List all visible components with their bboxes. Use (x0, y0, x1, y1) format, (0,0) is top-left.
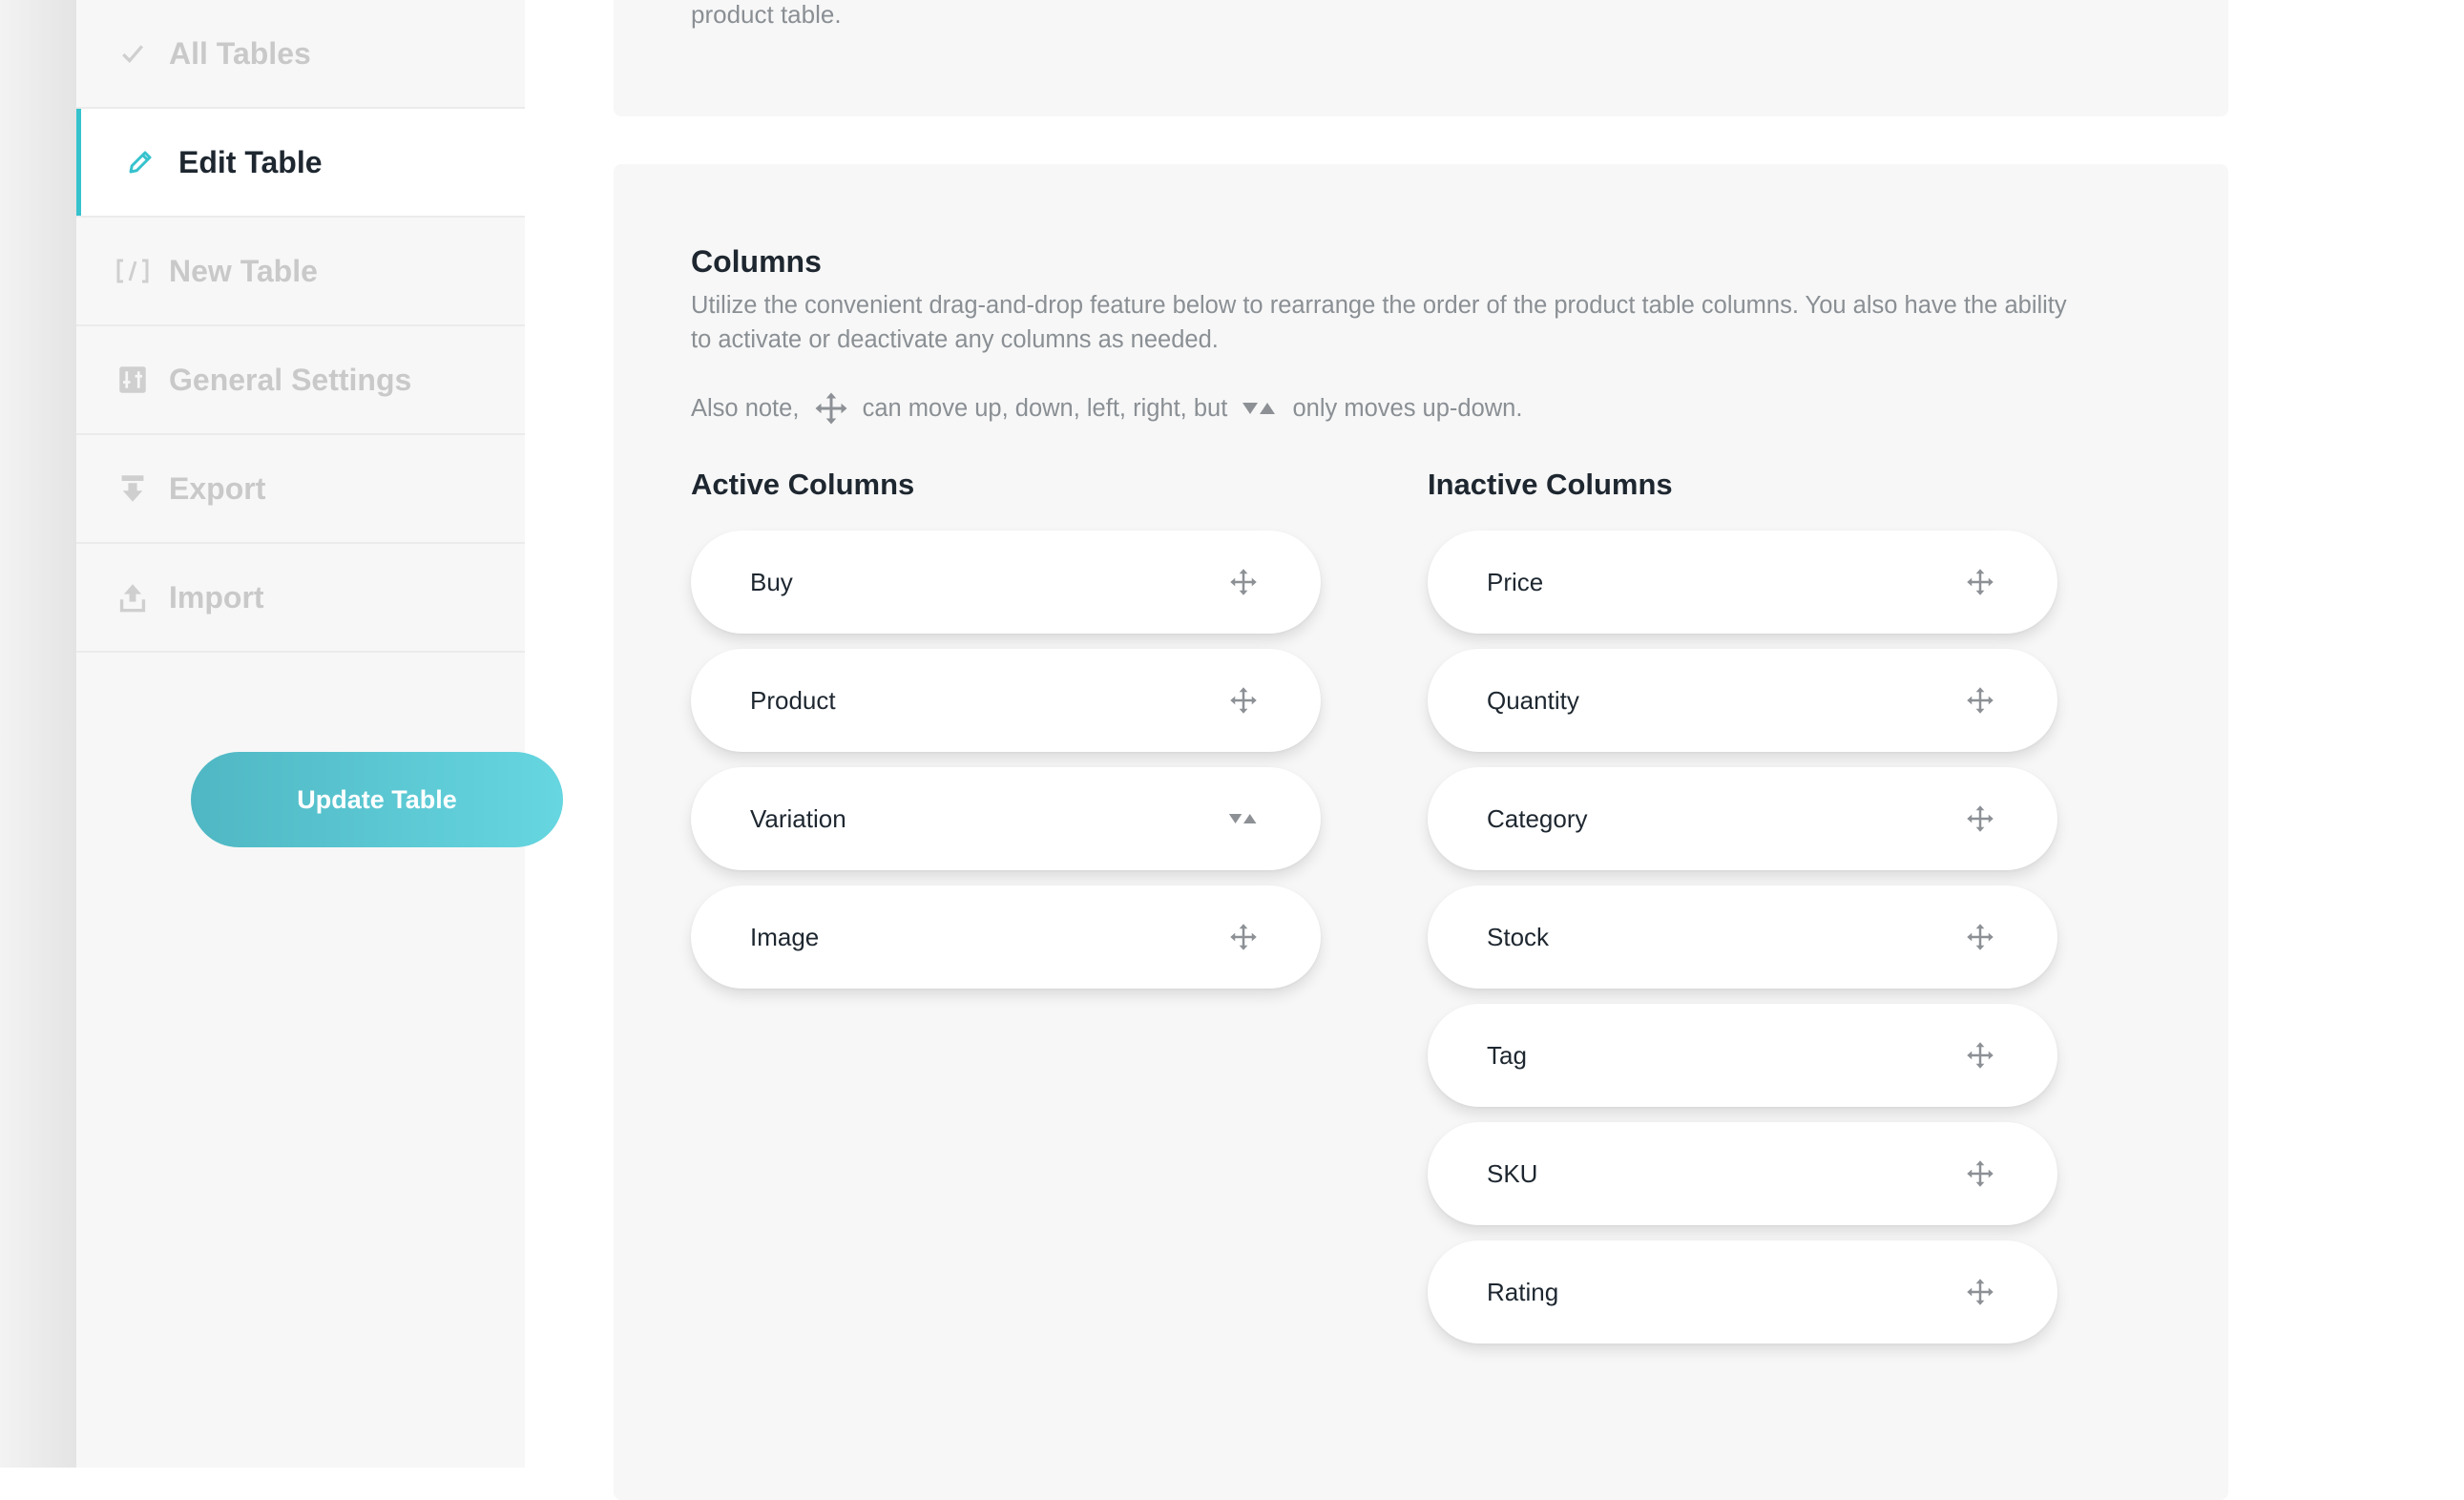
inactive-columns-heading: Inactive Columns (1428, 468, 1673, 501)
column-label: Buy (750, 568, 793, 596)
note-suffix: only moves up-down. (1285, 394, 1523, 422)
move-icon[interactable] (1965, 1277, 1995, 1307)
export-icon (115, 470, 151, 507)
columns-note: Also note, can move up, down, left, righ… (691, 391, 1522, 426)
sidebar-item-label: All Tables (169, 35, 311, 71)
check-icon (115, 35, 151, 72)
column-label: Stock (1487, 923, 1550, 951)
move-icon[interactable] (1965, 922, 1995, 952)
active-column-item[interactable]: Variation (691, 767, 1321, 870)
active-column-item[interactable]: Product (691, 649, 1321, 752)
update-table-button[interactable]: Update Table (191, 752, 563, 847)
move-icon[interactable] (1228, 567, 1259, 597)
previous-section-text: product table. (691, 0, 842, 29)
column-label: Rating (1487, 1278, 1559, 1306)
column-label: Product (750, 686, 836, 715)
sidebar-item-all-tables[interactable]: All Tables (76, 0, 525, 109)
move-icon[interactable] (1965, 803, 1995, 834)
sidebar: All Tables Edit Table New Table General … (76, 0, 563, 1468)
move-icon[interactable] (1965, 1040, 1995, 1071)
active-column-item[interactable]: Image (691, 885, 1321, 989)
move-icon[interactable] (1965, 1158, 1995, 1189)
previous-settings-card: product table. (614, 0, 2228, 116)
move-icon[interactable] (1965, 685, 1995, 716)
sidebar-item-import[interactable]: Import (76, 544, 525, 653)
active-column-item[interactable]: Buy (691, 531, 1321, 634)
pencil-icon (122, 144, 158, 180)
inactive-column-item[interactable]: Tag (1428, 1004, 2057, 1107)
column-label: Quantity (1487, 686, 1579, 715)
inactive-column-item[interactable]: Stock (1428, 885, 2057, 989)
import-icon (115, 579, 151, 615)
column-label: Price (1487, 568, 1544, 596)
column-label: Category (1487, 804, 1588, 833)
inactive-column-item[interactable]: Quantity (1428, 649, 2057, 752)
inactive-column-item[interactable]: Rating (1428, 1240, 2057, 1344)
move-icon[interactable] (1228, 685, 1259, 716)
active-columns-heading: Active Columns (691, 468, 915, 501)
inactive-column-item[interactable]: SKU (1428, 1122, 2057, 1225)
sidebar-item-new-table[interactable]: New Table (76, 218, 525, 326)
column-label: Tag (1487, 1041, 1527, 1070)
up-down-icon (1242, 403, 1276, 414)
up-down-icon[interactable] (1228, 803, 1259, 834)
columns-title: Columns (691, 244, 822, 279)
sidebar-item-label: Edit Table (178, 144, 323, 179)
column-label: Image (750, 923, 820, 951)
sidebar-item-export[interactable]: Export (76, 435, 525, 544)
code-brackets-icon (115, 253, 151, 289)
move-icon (815, 392, 846, 425)
note-prefix: Also note, (691, 394, 806, 422)
move-icon[interactable] (1228, 922, 1259, 952)
columns-card: Columns Utilize the convenient drag-and-… (614, 164, 2228, 1500)
inactive-column-item[interactable]: Price (1428, 531, 2057, 634)
sidebar-item-label: Import (169, 579, 264, 615)
note-middle: can move up, down, left, right, but (855, 394, 1235, 422)
sidebar-item-label: New Table (169, 253, 318, 288)
sidebar-item-general-settings[interactable]: General Settings (76, 326, 525, 435)
sidebar-item-label: General Settings (169, 362, 412, 397)
column-label: Variation (750, 804, 846, 833)
move-icon[interactable] (1965, 567, 1995, 597)
sidebar-item-edit-table[interactable]: Edit Table (76, 109, 525, 218)
columns-description: Utilize the convenient drag-and-drop fea… (691, 292, 2067, 353)
column-label: SKU (1487, 1159, 1538, 1188)
sidebar-item-label: Export (169, 470, 266, 506)
left-background-strip (0, 0, 76, 1468)
inactive-column-item[interactable]: Category (1428, 767, 2057, 870)
settings-panel-icon (115, 362, 151, 398)
